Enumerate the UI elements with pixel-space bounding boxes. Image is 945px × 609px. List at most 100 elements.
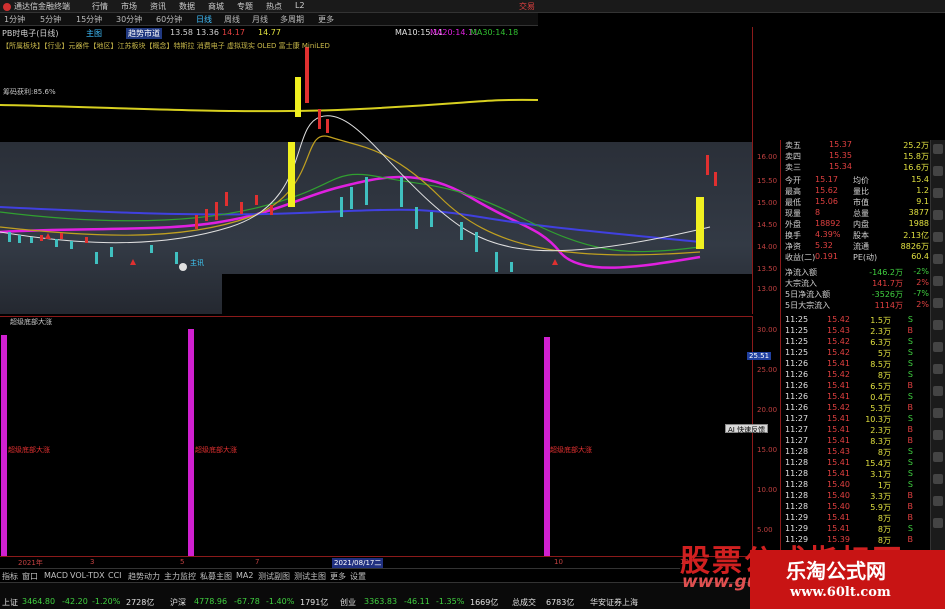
tick-row[interactable]: 11:27 15.41 10.3万 S <box>781 414 931 425</box>
tick-row[interactable]: 11:28 15.41 3.1万 S <box>781 469 931 480</box>
period-60min[interactable]: 60分钟 <box>156 14 182 25</box>
order-book-row[interactable]: 卖五 15.37 25.2万 <box>781 140 931 151</box>
period-day[interactable]: 日线 <box>196 14 212 25</box>
tick-row[interactable]: 11:25 15.43 2.3万 B <box>781 326 931 337</box>
order-book-row[interactable]: 卖四 15.35 15.8万 <box>781 151 931 162</box>
stat-row[interactable]: 外盘 18892 内盘 1988 <box>781 219 931 230</box>
index-name[interactable]: 创业 <box>340 597 356 608</box>
index-name[interactable]: 上证 <box>2 597 18 608</box>
tool-icon[interactable] <box>933 496 943 506</box>
tick-row[interactable]: 11:25 15.42 5万 S <box>781 348 931 359</box>
flow-row[interactable]: 净流入额 -146.2万 -2% <box>781 267 931 278</box>
flow-row[interactable]: 大宗流入 141.7万 2% <box>781 278 931 289</box>
tick-row[interactable]: 11:27 15.41 8.3万 B <box>781 436 931 447</box>
tool-icon[interactable] <box>933 386 943 396</box>
tool-icon[interactable] <box>933 320 943 330</box>
tick-row[interactable]: 11:25 15.42 1.5万 S <box>781 315 931 326</box>
tab-cci[interactable]: CCI <box>108 571 122 580</box>
tab-window[interactable]: 窗口 <box>22 571 38 582</box>
period-week[interactable]: 周线 <box>224 14 240 25</box>
tab-macd[interactable]: MACD <box>44 571 68 580</box>
tool-icon[interactable] <box>933 276 943 286</box>
tab-test-main[interactable]: 测试主图 <box>294 571 326 582</box>
tick-volume: 0.4万 <box>870 393 891 402</box>
period-multi[interactable]: 多周期 <box>280 14 304 25</box>
tab-ma2[interactable]: MA2 <box>236 571 253 580</box>
stat-row[interactable]: 换手 4.39% 股本 2.13亿 <box>781 230 931 241</box>
flow-row[interactable]: 5日净流入额 -3526万 -7% <box>781 289 931 300</box>
tick-direction: B <box>907 491 914 500</box>
main-chart-label[interactable]: 主图 <box>86 28 102 39</box>
menu-item[interactable]: 热点 <box>266 1 295 12</box>
tick-row[interactable]: 11:26 15.42 5.3万 B <box>781 403 931 414</box>
menu-item[interactable]: 数据 <box>179 1 208 12</box>
tool-icon[interactable] <box>933 474 943 484</box>
flow-row[interactable]: 5日大宗流入 1114万 2% <box>781 300 931 311</box>
tool-icon[interactable] <box>933 232 943 242</box>
main-kline-chart[interactable]: 主讯 <box>0 27 752 314</box>
tool-icon[interactable] <box>933 166 943 176</box>
tab-test-sub[interactable]: 测试副图 <box>258 571 290 582</box>
tool-icon[interactable] <box>933 364 943 374</box>
tab-monitor[interactable]: 主力监控 <box>164 571 196 582</box>
stat-row[interactable]: 收益(二) 0.191 PE(动) 60.4 <box>781 252 931 263</box>
menu-item[interactable]: 资讯 <box>150 1 179 12</box>
tick-row[interactable]: 11:28 15.40 5.9万 B <box>781 502 931 513</box>
tab-vol[interactable]: VOL-TDX <box>70 571 105 580</box>
tick-row[interactable]: 11:29 15.41 8万 S <box>781 524 931 535</box>
tick-row[interactable]: 11:28 15.41 15.4万 S <box>781 458 931 469</box>
tab-indicator[interactable]: 指标 <box>2 571 18 582</box>
tick-row[interactable]: 11:29 15.41 8万 B <box>781 513 931 524</box>
period-30min[interactable]: 30分钟 <box>116 14 142 25</box>
tab-settings[interactable]: 设置 <box>350 571 366 582</box>
menu-item[interactable]: 行情 <box>92 1 121 12</box>
period-15min[interactable]: 15分钟 <box>76 14 102 25</box>
tool-icon[interactable] <box>933 430 943 440</box>
tool-icon[interactable] <box>933 408 943 418</box>
tool-icon[interactable] <box>933 188 943 198</box>
side-toolbar[interactable] <box>930 140 945 582</box>
stat-row[interactable]: 最高 15.62 量比 1.2 <box>781 186 931 197</box>
tool-icon[interactable] <box>933 452 943 462</box>
sub-indicator-chart[interactable]: 超级底部大涨 超级底部大涨 超级底部大涨 <box>0 316 752 557</box>
tick-time: 11:25 <box>785 348 809 357</box>
menu-item[interactable]: L2 <box>295 1 324 12</box>
tab-trend[interactable]: 趋势动力 <box>128 571 160 582</box>
menu-item[interactable]: 专题 <box>237 1 266 12</box>
stat-row[interactable]: 现量 8 总量 3877 <box>781 208 931 219</box>
tick-row[interactable]: 11:26 15.41 6.5万 B <box>781 381 931 392</box>
menu-item[interactable]: 商城 <box>208 1 237 12</box>
period-5min[interactable]: 5分钟 <box>40 14 61 25</box>
stock-name[interactable]: PB时电子(日线) <box>2 28 59 39</box>
tool-icon[interactable] <box>933 144 943 154</box>
tab-private[interactable]: 私募主图 <box>200 571 232 582</box>
tick-direction: S <box>907 524 913 533</box>
period-month[interactable]: 月线 <box>252 14 268 25</box>
tick-row[interactable]: 11:27 15.41 2.3万 B <box>781 425 931 436</box>
tab-more[interactable]: 更多 <box>330 571 346 582</box>
trend-label[interactable]: 趋势市道 <box>126 28 162 39</box>
stat-row[interactable]: 最低 15.06 市值 9.1 <box>781 197 931 208</box>
tick-row[interactable]: 11:26 15.42 8万 S <box>781 370 931 381</box>
tick-row[interactable]: 11:25 15.42 6.3万 S <box>781 337 931 348</box>
index-name[interactable]: 沪深 <box>170 597 186 608</box>
period-1min[interactable]: 1分钟 <box>4 14 25 25</box>
sub-chart-title[interactable]: 超级底部大涨 <box>10 317 52 327</box>
tick-row[interactable]: 11:28 15.40 1万 S <box>781 480 931 491</box>
trade-menu[interactable]: 交易 <box>519 1 535 12</box>
menu-item[interactable]: 市场 <box>121 1 150 12</box>
tick-row[interactable]: 11:26 15.41 8.5万 S <box>781 359 931 370</box>
tool-icon[interactable] <box>933 298 943 308</box>
tool-icon[interactable] <box>933 518 943 528</box>
tool-icon[interactable] <box>933 342 943 352</box>
tick-volume: 3.3万 <box>870 492 891 501</box>
tool-icon[interactable] <box>933 210 943 220</box>
order-book-row[interactable]: 卖三 15.34 16.6万 <box>781 162 931 173</box>
tick-row[interactable]: 11:28 15.43 8万 S <box>781 447 931 458</box>
stat-row[interactable]: 今开 15.17 均价 15.4 <box>781 175 931 186</box>
period-more[interactable]: 更多 <box>318 14 334 25</box>
tick-row[interactable]: 11:26 15.41 0.4万 S <box>781 392 931 403</box>
stat-row[interactable]: 净资 5.32 流通 8826万 <box>781 241 931 252</box>
tick-row[interactable]: 11:28 15.40 3.3万 B <box>781 491 931 502</box>
tool-icon[interactable] <box>933 254 943 264</box>
